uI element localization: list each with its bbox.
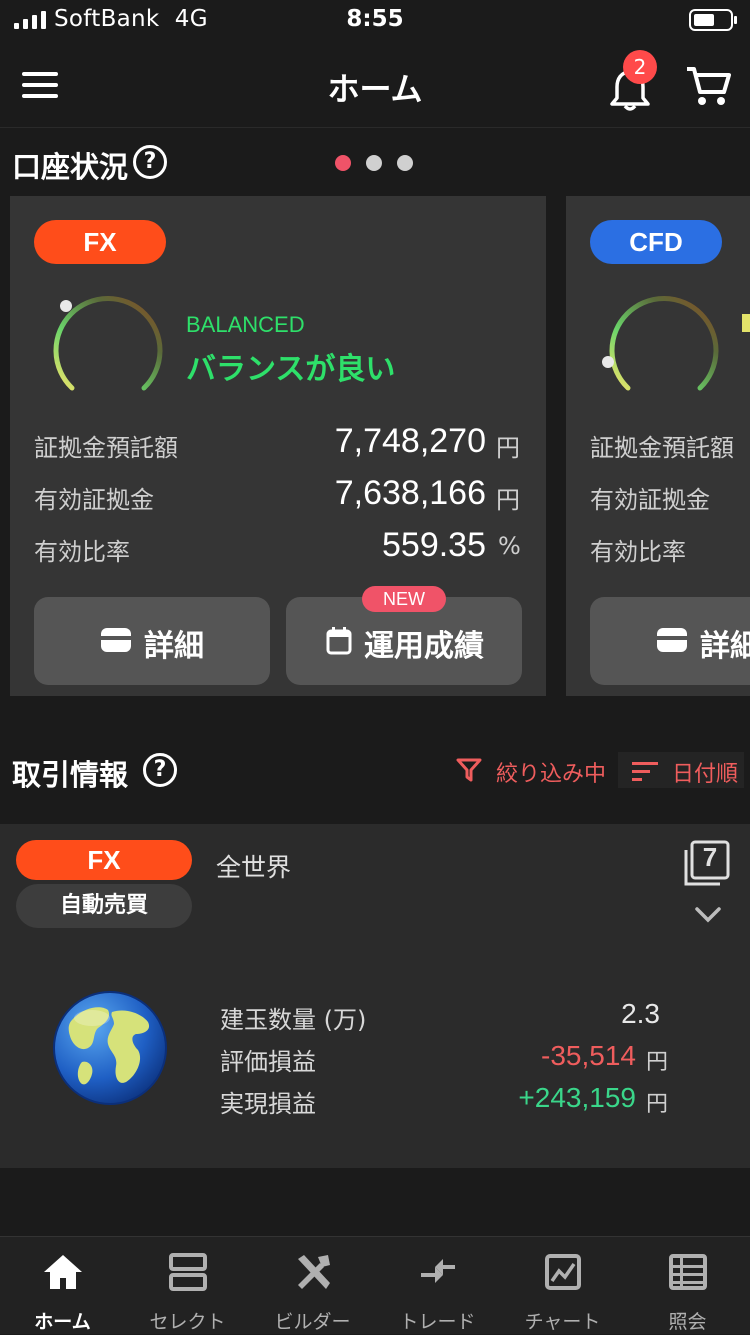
trade-info-title: 取引情報 (12, 758, 129, 792)
fx-account-card[interactable]: FX BALANCED バランスが良い 証拠金預託額 7,748,270 円 有… (10, 196, 546, 696)
trade-icon (421, 1259, 455, 1283)
cart-icon[interactable] (684, 64, 732, 108)
page-dot[interactable] (366, 155, 382, 171)
chevron-down-icon[interactable] (694, 906, 722, 924)
chart-icon (545, 1254, 581, 1290)
sort-button[interactable]: 日付順 (618, 752, 744, 788)
unrealized-pl-value: -35,514 (541, 1040, 636, 1071)
filter-button[interactable]: 絞り込み中 (456, 754, 616, 790)
select-icon (169, 1253, 207, 1291)
nav-select[interactable]: セレクト (125, 1237, 250, 1335)
help-icon[interactable]: ? (133, 145, 167, 179)
new-badge: NEW (362, 586, 446, 612)
position-qty-value: 2.3 (621, 998, 660, 1029)
status-bar: SoftBank 4G 8:55 (0, 0, 750, 42)
position-qty-label: 建玉数量 (万) (220, 1006, 367, 1034)
page-dot-active[interactable] (335, 155, 351, 171)
cfd-tag: CFD (590, 220, 722, 264)
position-count-icon[interactable]: 7 (682, 840, 730, 888)
effective-margin-value: 7,638,166 (334, 474, 486, 512)
detail-button[interactable]: 詳細 (590, 597, 750, 685)
home-icon (44, 1255, 82, 1289)
effective-ratio-value: 559.35 (382, 526, 486, 564)
unrealized-pl-label: 評価損益 (220, 1048, 316, 1076)
margin-gauge (602, 295, 719, 391)
detail-button[interactable]: 詳細 (34, 597, 270, 685)
effective-ratio-label: 有効比率 (34, 538, 130, 566)
fx-tag: FX (34, 220, 166, 264)
nav-trade[interactable]: トレード (375, 1237, 500, 1335)
strategy-name: 全世界 (216, 853, 292, 882)
nav-chart[interactable]: チャート (500, 1237, 625, 1335)
sort-icon (632, 762, 658, 781)
cfd-account-card[interactable]: CFD 証拠金預託額 有効証拠金 有効比率 詳細 (566, 196, 750, 696)
balance-status-en: BALANCED (186, 312, 305, 337)
effective-ratio-unit: % (498, 532, 521, 560)
globe-icon (53, 991, 167, 1105)
app-header: ホーム 2 (0, 42, 750, 128)
nav-builder[interactable]: ビルダー (250, 1237, 375, 1335)
margin-deposit-label: 証拠金預託額 (34, 434, 178, 462)
unrealized-pl-unit: 円 (646, 1050, 669, 1075)
nav-home[interactable]: ホーム (0, 1237, 125, 1335)
account-status-title: 口座状況 (12, 150, 129, 184)
margin-deposit-value: 7,748,270 (334, 422, 486, 460)
clock: 8:55 (346, 6, 404, 32)
margin-deposit-label: 証拠金預託額 (590, 434, 734, 462)
balance-status-ja: バランスが良い (186, 352, 396, 387)
filter-icon (456, 758, 482, 782)
notification-badge: 2 (623, 50, 657, 84)
calendar-icon (326, 627, 352, 655)
wallet-icon (657, 628, 687, 652)
effective-margin-label: 有効証拠金 (590, 486, 710, 514)
wallet-icon (101, 628, 131, 652)
status-text-clipped (742, 314, 750, 332)
effective-margin-unit: 円 (496, 486, 520, 514)
margin-gauge (53, 295, 163, 391)
page-dot[interactable] (397, 155, 413, 171)
bottom-nav: ホーム セレクト ビルダー トレード チャート 照会 (0, 1236, 750, 1334)
auto-trade-tag: 自動売買 (16, 884, 192, 928)
battery-icon (689, 9, 737, 31)
trade-item-card[interactable]: FX 自動売買 全世界 7 建玉数量 (万) 2.3 評価損益 -35,514 … (0, 824, 750, 1168)
nav-inquiry[interactable]: 照会 (625, 1237, 750, 1335)
list-icon (669, 1254, 707, 1290)
margin-deposit-unit: 円 (496, 434, 520, 462)
realized-pl-label: 実現損益 (220, 1090, 316, 1118)
builder-icon (298, 1255, 330, 1289)
help-icon[interactable]: ? (143, 753, 177, 787)
effective-margin-label: 有効証拠金 (34, 486, 154, 514)
realized-pl-unit: 円 (646, 1092, 669, 1117)
effective-ratio-label: 有効比率 (590, 538, 686, 566)
realized-pl-value: +243,159 (518, 1082, 636, 1113)
fx-tag: FX (16, 840, 192, 880)
